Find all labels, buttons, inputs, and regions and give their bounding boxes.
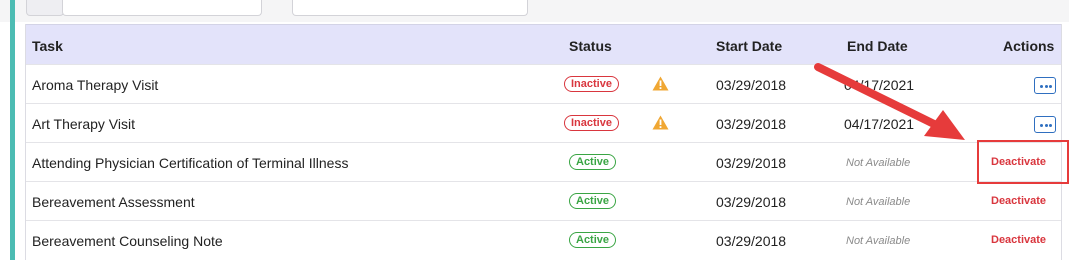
start-date: 03/29/2018 bbox=[716, 194, 787, 210]
status-badge: Active bbox=[569, 193, 617, 209]
table-row: Bereavement Counseling Note Active 03/29… bbox=[26, 220, 1061, 259]
filter-input-1[interactable] bbox=[62, 0, 262, 16]
header-end-date[interactable]: End Date bbox=[847, 38, 908, 54]
header-start-date[interactable]: Start Date bbox=[716, 38, 782, 54]
annotation-highlight-box bbox=[977, 140, 1069, 184]
start-date: 03/29/2018 bbox=[716, 155, 787, 171]
task-name: Bereavement Counseling Note bbox=[32, 233, 223, 249]
status-badge: Active bbox=[569, 154, 617, 170]
more-options-icon bbox=[1040, 85, 1043, 88]
end-date: 04/17/2021 bbox=[844, 77, 915, 93]
task-name: Aroma Therapy Visit bbox=[32, 77, 159, 93]
end-date: Not Available bbox=[846, 196, 911, 208]
tasks-table: Task Status Start Date End Date Actions … bbox=[25, 24, 1062, 260]
start-date: 03/29/2018 bbox=[716, 233, 787, 249]
end-date: Not Available bbox=[846, 157, 911, 169]
end-date: Not Available bbox=[846, 235, 911, 247]
header-actions: Actions bbox=[1003, 38, 1055, 54]
warning-icon[interactable] bbox=[652, 76, 669, 91]
filter-toggle[interactable] bbox=[26, 0, 64, 16]
task-name: Art Therapy Visit bbox=[32, 116, 135, 132]
start-date: 03/29/2018 bbox=[716, 116, 787, 132]
deactivate-link[interactable]: Deactivate bbox=[991, 234, 1046, 246]
task-name: Bereavement Assessment bbox=[32, 194, 195, 210]
status-badge: Active bbox=[569, 232, 617, 248]
warning-icon[interactable] bbox=[652, 115, 669, 130]
table-header: Task Status Start Date End Date Actions bbox=[26, 24, 1061, 64]
more-options-button[interactable] bbox=[1034, 116, 1056, 133]
header-task[interactable]: Task bbox=[32, 38, 63, 54]
task-name: Attending Physician Certification of Ter… bbox=[32, 155, 349, 171]
header-status[interactable]: Status bbox=[569, 38, 612, 54]
filter-input-2[interactable] bbox=[292, 0, 528, 16]
filter-bar bbox=[0, 0, 1069, 22]
more-options-button[interactable] bbox=[1034, 77, 1056, 94]
more-options-icon bbox=[1040, 124, 1043, 127]
status-badge: Inactive bbox=[564, 76, 619, 92]
deactivate-link[interactable]: Deactivate bbox=[991, 195, 1046, 207]
table-row: Bereavement Assessment Active 03/29/2018… bbox=[26, 181, 1061, 220]
accent-bar bbox=[10, 0, 15, 260]
table-row: Art Therapy Visit Inactive 03/29/2018 04… bbox=[26, 103, 1061, 142]
end-date: 04/17/2021 bbox=[844, 116, 915, 132]
table-row: Attending Physician Certification of Ter… bbox=[26, 142, 1061, 181]
start-date: 03/29/2018 bbox=[716, 77, 787, 93]
status-badge: Inactive bbox=[564, 115, 619, 131]
table-row: Aroma Therapy Visit Inactive 03/29/2018 … bbox=[26, 64, 1061, 103]
